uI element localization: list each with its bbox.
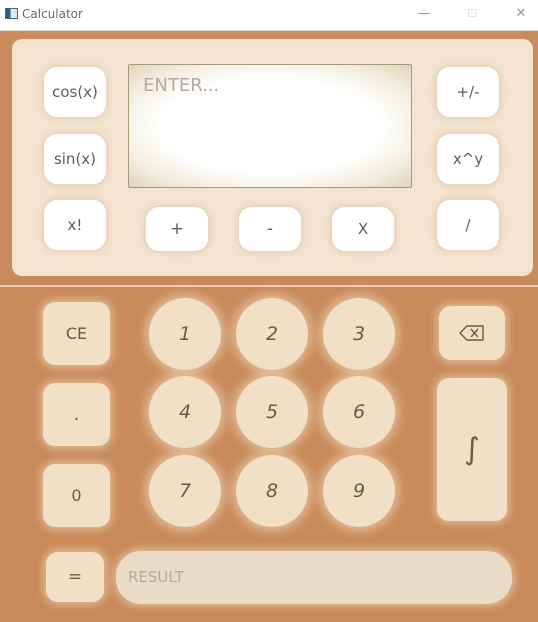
integral-button[interactable]: ∫ <box>437 378 507 521</box>
panel-divider <box>0 285 538 287</box>
multiply-button[interactable]: X <box>332 207 394 251</box>
digit-3-button[interactable]: 3 <box>323 298 395 370</box>
calculator-app-icon <box>5 8 18 19</box>
digit-7-button[interactable]: 7 <box>149 455 221 527</box>
input-placeholder: ENTER... <box>143 75 220 96</box>
sign-toggle-button[interactable]: +/- <box>437 67 499 117</box>
subtract-button[interactable]: - <box>239 207 301 251</box>
maximize-button[interactable]: ☐ <box>462 5 482 23</box>
digit-1-button[interactable]: 1 <box>149 298 221 370</box>
input-display[interactable]: ENTER... <box>128 64 412 188</box>
minimize-button[interactable]: — <box>414 5 434 23</box>
digit-9-button[interactable]: 9 <box>323 455 395 527</box>
factorial-button[interactable]: x! <box>44 200 106 250</box>
window-title: Calculator <box>22 7 83 21</box>
digit-8-button[interactable]: 8 <box>236 455 308 527</box>
cos-button[interactable]: cos(x) <box>44 67 106 117</box>
add-button[interactable]: + <box>146 207 208 251</box>
result-field: RESULT <box>116 551 512 604</box>
sin-button[interactable]: sin(x) <box>44 134 106 184</box>
digit-5-button[interactable]: 5 <box>236 376 308 448</box>
result-placeholder: RESULT <box>128 568 184 586</box>
power-button[interactable]: x^y <box>437 134 499 184</box>
backspace-icon <box>459 325 484 341</box>
clear-entry-button[interactable]: CE <box>43 302 110 365</box>
backspace-button[interactable] <box>439 306 505 360</box>
divide-button[interactable]: / <box>437 200 499 250</box>
digit-2-button[interactable]: 2 <box>236 298 308 370</box>
decimal-button[interactable]: . <box>43 383 110 446</box>
digit-4-button[interactable]: 4 <box>149 376 221 448</box>
equals-button[interactable]: = <box>46 552 104 602</box>
zero-button[interactable]: 0 <box>43 464 110 527</box>
title-bar: Calculator — ☐ ✕ <box>0 0 538 31</box>
close-button[interactable]: ✕ <box>511 5 531 23</box>
digit-6-button[interactable]: 6 <box>323 376 395 448</box>
